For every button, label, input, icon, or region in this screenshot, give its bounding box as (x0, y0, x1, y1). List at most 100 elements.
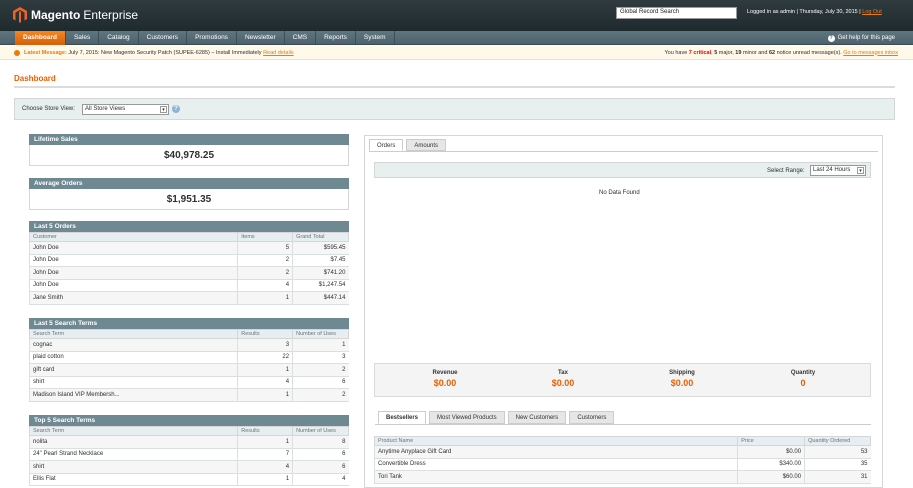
cell: John Doe (28, 279, 238, 292)
cell: 2 (292, 388, 349, 402)
cell: 3 (237, 338, 293, 352)
table-row[interactable]: shirt 4 6 (28, 376, 349, 389)
range-value: Last 24 Hours (813, 167, 851, 173)
col-customer[interactable]: Customer (28, 232, 239, 242)
messages-inbox-link[interactable]: Go to messages inbox (843, 50, 898, 56)
latest-message-text: July 7, 2015: New Magento Security Patch… (68, 49, 262, 56)
col-items[interactable]: Items (237, 232, 294, 242)
critical-count: 7 critical (688, 49, 712, 56)
table-row[interactable]: shirt 4 6 (28, 460, 349, 474)
total-value: $0.00 (670, 378, 694, 388)
warning-icon (14, 50, 20, 56)
col-number-of-uses[interactable]: Number of Uses (292, 426, 349, 436)
global-search-input[interactable]: Global Record Search (616, 7, 737, 19)
cell: nolita (28, 435, 238, 449)
table-row[interactable]: Madison Island VIP Membersh... 1 2 (28, 388, 349, 402)
tab-amounts[interactable]: Amounts (406, 139, 447, 151)
total-tax: Tax $0.00 (523, 370, 603, 388)
nav-cms[interactable]: CMS (285, 31, 317, 45)
col-price[interactable]: Price (737, 436, 806, 446)
nav-reports[interactable]: Reports (316, 31, 356, 45)
table-row[interactable]: cognac 3 1 (28, 338, 349, 352)
page-title: Dashboard (14, 74, 56, 83)
total-shipping: Shipping $0.00 (642, 370, 722, 388)
top-search-table: Search Term Results Number of Uses nolit… (28, 426, 349, 486)
table-row[interactable]: plaid cotton 22 3 (28, 351, 349, 364)
tab-most-viewed[interactable]: Most Viewed Products (429, 411, 505, 424)
help-link[interactable]: ? Get help for this page (827, 31, 895, 45)
total-quantity: Quantity 0 (763, 370, 843, 388)
logged-in-text: Logged in as admin (747, 9, 796, 15)
table-row[interactable]: Anytime Anyplace Gift Card $0.00 53 (373, 445, 871, 459)
table-row[interactable]: John Doe 5 $595.45 (28, 241, 349, 255)
cell: $7.45 (292, 254, 349, 267)
nav-dashboard[interactable]: Dashboard (15, 31, 66, 45)
summary-prefix: You have (664, 49, 688, 56)
main-nav: Dashboard Sales Catalog Customers Promot… (0, 31, 913, 45)
table-row[interactable]: Jane Smith 1 $447.14 (28, 291, 349, 305)
col-results[interactable]: Results (237, 426, 294, 436)
cell: 7 (237, 448, 293, 461)
magento-logo[interactable]: Magento Enterprise (13, 7, 138, 23)
store-switcher: Choose Store View: All Store Views ▾ ? (14, 98, 895, 120)
table-row[interactable]: Ellis Flat 1 4 (28, 473, 349, 486)
help-icon: ? (827, 34, 835, 42)
col-grand-total[interactable]: Grand Total (292, 232, 349, 242)
col-number-of-uses[interactable]: Number of Uses (292, 329, 349, 339)
nav-newsletter[interactable]: Newsletter (237, 31, 285, 45)
nav-catalog[interactable]: Catalog (99, 31, 139, 45)
tab-bestsellers[interactable]: Bestsellers (378, 411, 427, 424)
last-orders-table: Customer Items Grand Total John Doe 5 $595… (28, 232, 349, 305)
admin-header: Magento Enterprise Global Record Search L… (0, 0, 913, 31)
tab-divider (369, 151, 878, 152)
table-row[interactable]: John Doe 2 $741.20 (28, 266, 349, 280)
last-search-table: Search Term Results Number of Uses cogna… (28, 329, 349, 402)
total-label: Shipping (669, 370, 695, 376)
nav-system[interactable]: System (356, 31, 395, 45)
cell: 5 (237, 241, 293, 255)
table-row[interactable]: gift card 1 2 (28, 363, 349, 377)
total-label: Quantity (790, 370, 816, 376)
major-label: major, (718, 49, 734, 56)
table-row[interactable]: John Doe 2 $7.45 (28, 254, 349, 267)
cell: Tori Tank (373, 470, 738, 484)
cell: 4 (237, 279, 293, 292)
table-row[interactable]: Tori Tank $60.00 31 (373, 470, 871, 484)
system-message-bar: Latest Message: July 7, 2015: New Magent… (0, 46, 913, 60)
tab-new-customers[interactable]: New Customers (507, 411, 567, 424)
cell: gift card (28, 363, 238, 377)
cell: 4 (237, 460, 293, 474)
minor-label: minor and (742, 49, 768, 56)
tab-orders[interactable]: Orders (369, 139, 404, 151)
store-view-select[interactable]: All Store Views ▾ (82, 104, 169, 115)
cell: 35 (804, 458, 871, 471)
col-quantity-ordered[interactable]: Quantity Ordered (804, 436, 871, 446)
table-row[interactable]: nolita 1 8 (28, 435, 349, 449)
table-row[interactable]: John Doe 4 $1,247.54 (28, 279, 349, 292)
major-count: 5 (714, 49, 718, 56)
col-search-term[interactable]: Search Term (28, 329, 239, 339)
range-bar: Select Range: Last 24 Hours ▾ (374, 162, 871, 178)
cell: John Doe (28, 266, 238, 280)
table-row[interactable]: 24" Pearl Strand Necklace 7 6 (28, 448, 349, 461)
cell: 6 (292, 376, 349, 389)
nav-customers[interactable]: Customers (139, 31, 188, 45)
average-orders-value: $1,951.35 (29, 189, 349, 210)
cell: 22 (237, 351, 293, 364)
col-product-name[interactable]: Product Name (373, 436, 739, 446)
store-switcher-label: Choose Store View: (22, 106, 75, 112)
cell: shirt (28, 376, 238, 389)
range-label: Select Range: (767, 167, 805, 174)
range-select[interactable]: Last 24 Hours ▾ (810, 165, 866, 176)
read-details-link[interactable]: Read details (263, 50, 294, 56)
cell: 3 (292, 351, 349, 364)
nav-sales[interactable]: Sales (66, 31, 100, 45)
info-icon[interactable]: ? (172, 105, 180, 113)
col-results[interactable]: Results (237, 329, 294, 339)
nav-promotions[interactable]: Promotions (187, 31, 237, 45)
col-search-term[interactable]: Search Term (28, 426, 239, 436)
tab-customers[interactable]: Customers (569, 411, 615, 424)
cell: Anytime Anyplace Gift Card (373, 445, 738, 459)
logout-link[interactable]: Log Out (862, 9, 882, 15)
table-row[interactable]: Convertible Dress $340.00 35 (373, 458, 871, 471)
